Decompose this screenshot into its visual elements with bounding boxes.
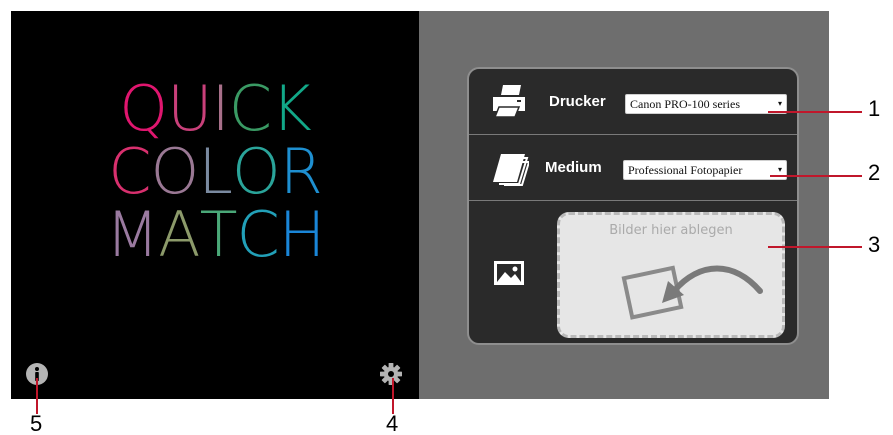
logo-letter: O [150,135,200,208]
logo-line-3: MATCH [11,203,419,266]
callout-line-1 [768,111,862,113]
callout-number-4: 4 [386,411,399,435]
logo-letter: A [158,198,200,271]
image-icon [494,261,524,285]
logo-letter: C [108,135,151,208]
logo-pane: QUICK COLOR MATCH [11,11,419,399]
printer-row: Drucker Canon PRO-100 series ▾ [469,69,797,135]
media-selected-value: Professional Fotopapier [628,163,743,177]
settings-pane: Drucker Canon PRO-100 series ▾ Medium Pr… [419,11,829,399]
media-label: Medium [545,159,602,176]
media-row: Medium Professional Fotopapier ▾ [469,135,797,201]
logo-letter: Q [119,72,168,145]
control-panel: Drucker Canon PRO-100 series ▾ Medium Pr… [467,67,799,345]
logo-letter: U [167,72,212,145]
callout-number-2: 2 [868,160,881,185]
image-drop-row: Bilder hier ablegen [469,202,797,343]
printer-icon [493,85,525,118]
callout-number-1: 1 [868,96,881,121]
callout-number-3: 3 [868,232,881,257]
callout-line-5 [36,378,38,414]
logo-line-1: QUICK [11,77,419,140]
printer-selected-value: Canon PRO-100 series [630,97,740,111]
image-drop-zone[interactable]: Bilder hier ablegen [557,212,785,338]
media-dropdown[interactable]: Professional Fotopapier ▾ [623,160,787,180]
callout-line-2 [770,175,862,177]
printer-dropdown[interactable]: Canon PRO-100 series ▾ [625,94,787,114]
logo-letter: O [231,135,281,208]
logo-letter: I [211,72,229,145]
drag-image-icon [621,265,763,320]
logo-letter: C [228,72,272,145]
gear-icon [380,363,402,385]
settings-button[interactable] [380,363,402,385]
logo-letter: K [271,72,312,145]
paper-stack-icon [493,154,529,186]
app-window: QUICK COLOR MATCH Drucker Canon PRO-100 … [11,11,829,399]
logo-letter: L [198,135,233,208]
drop-zone-text: Bilder hier ablegen [609,223,733,238]
quick-color-match-logo: QUICK COLOR MATCH [11,77,419,266]
logo-line-2: COLOR [11,140,419,203]
callout-line-3 [768,246,862,248]
logo-letter: T [199,198,238,271]
logo-letter: C [236,198,279,271]
callout-line-4 [392,378,394,414]
logo-letter: R [279,135,323,208]
callout-number-5: 5 [30,411,43,435]
logo-letter: H [278,198,326,271]
logo-letter: M [105,198,159,271]
printer-label: Drucker [549,93,606,110]
